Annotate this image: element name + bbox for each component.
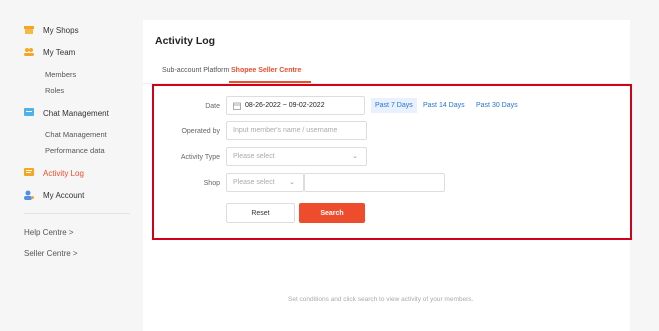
filter-panel: Date 08-26-2022 ~ 09-02-2022 Past 7 Days… bbox=[152, 84, 632, 240]
page-title: Activity Log bbox=[155, 35, 216, 47]
empty-state-message: Set conditions and click search to view … bbox=[288, 296, 474, 303]
sidebar-item-my-team[interactable]: My Team bbox=[24, 47, 75, 57]
sidebar-item-performance-data[interactable]: Performance data bbox=[45, 146, 105, 155]
tab-shopee-seller-centre[interactable]: Shopee Seller Centre bbox=[231, 67, 301, 74]
sidebar: My Shops My Team Members Roles Chat Mana… bbox=[0, 0, 140, 331]
seller-centre-link[interactable]: Seller Centre > bbox=[24, 249, 78, 258]
shop-select[interactable]: Please select ⌄ bbox=[226, 173, 304, 192]
tab-sub-account-platform[interactable]: Sub-account Platform bbox=[162, 67, 229, 74]
main-card: Activity Log Sub-account Platform Shopee… bbox=[143, 20, 632, 331]
activity-type-label: Activity Type bbox=[180, 154, 220, 161]
date-label: Date bbox=[205, 103, 220, 110]
sidebar-item-chat-management-sub[interactable]: Chat Management bbox=[45, 130, 107, 139]
shop-search-input[interactable] bbox=[304, 173, 445, 192]
activity-type-placeholder: Please select bbox=[233, 153, 275, 160]
shop-label: Shop bbox=[203, 180, 220, 187]
help-centre-link[interactable]: Help Centre > bbox=[24, 228, 74, 237]
date-range-picker[interactable]: 08-26-2022 ~ 09-02-2022 bbox=[226, 96, 365, 115]
sidebar-item-chat-management[interactable]: Chat Management bbox=[24, 108, 109, 118]
operated-by-input[interactable]: Input member's name / username bbox=[226, 121, 367, 140]
activity-type-select[interactable]: Please select ⌄ bbox=[226, 147, 367, 166]
sidebar-item-my-account[interactable]: My Account bbox=[24, 190, 84, 200]
shop-placeholder: Please select bbox=[233, 179, 275, 186]
account-icon bbox=[24, 190, 34, 200]
sidebar-item-my-shops[interactable]: My Shops bbox=[24, 25, 79, 35]
calendar-icon bbox=[233, 102, 241, 110]
sidebar-divider bbox=[24, 213, 130, 214]
chat-icon bbox=[24, 108, 34, 116]
sidebar-item-roles[interactable]: Roles bbox=[45, 86, 64, 95]
sidebar-item-activity-log[interactable]: Activity Log bbox=[24, 168, 84, 178]
date-range-value: 08-26-2022 ~ 09-02-2022 bbox=[245, 102, 325, 109]
reset-button[interactable]: Reset bbox=[226, 203, 295, 223]
chevron-down-icon: ⌄ bbox=[289, 179, 295, 186]
shop-icon bbox=[24, 26, 34, 34]
past-30-days-button[interactable]: Past 30 Days bbox=[472, 98, 522, 113]
past-7-days-button[interactable]: Past 7 Days bbox=[371, 98, 417, 113]
active-tab-underline bbox=[229, 81, 311, 83]
operated-by-label: Operated by bbox=[181, 128, 220, 135]
sidebar-item-members[interactable]: Members bbox=[45, 70, 76, 79]
search-button[interactable]: Search bbox=[299, 203, 365, 223]
operated-by-placeholder: Input member's name / username bbox=[233, 127, 338, 134]
past-14-days-button[interactable]: Past 14 Days bbox=[419, 98, 469, 113]
team-icon bbox=[24, 48, 34, 56]
chevron-down-icon: ⌄ bbox=[352, 153, 358, 160]
activity-log-icon bbox=[24, 168, 34, 176]
